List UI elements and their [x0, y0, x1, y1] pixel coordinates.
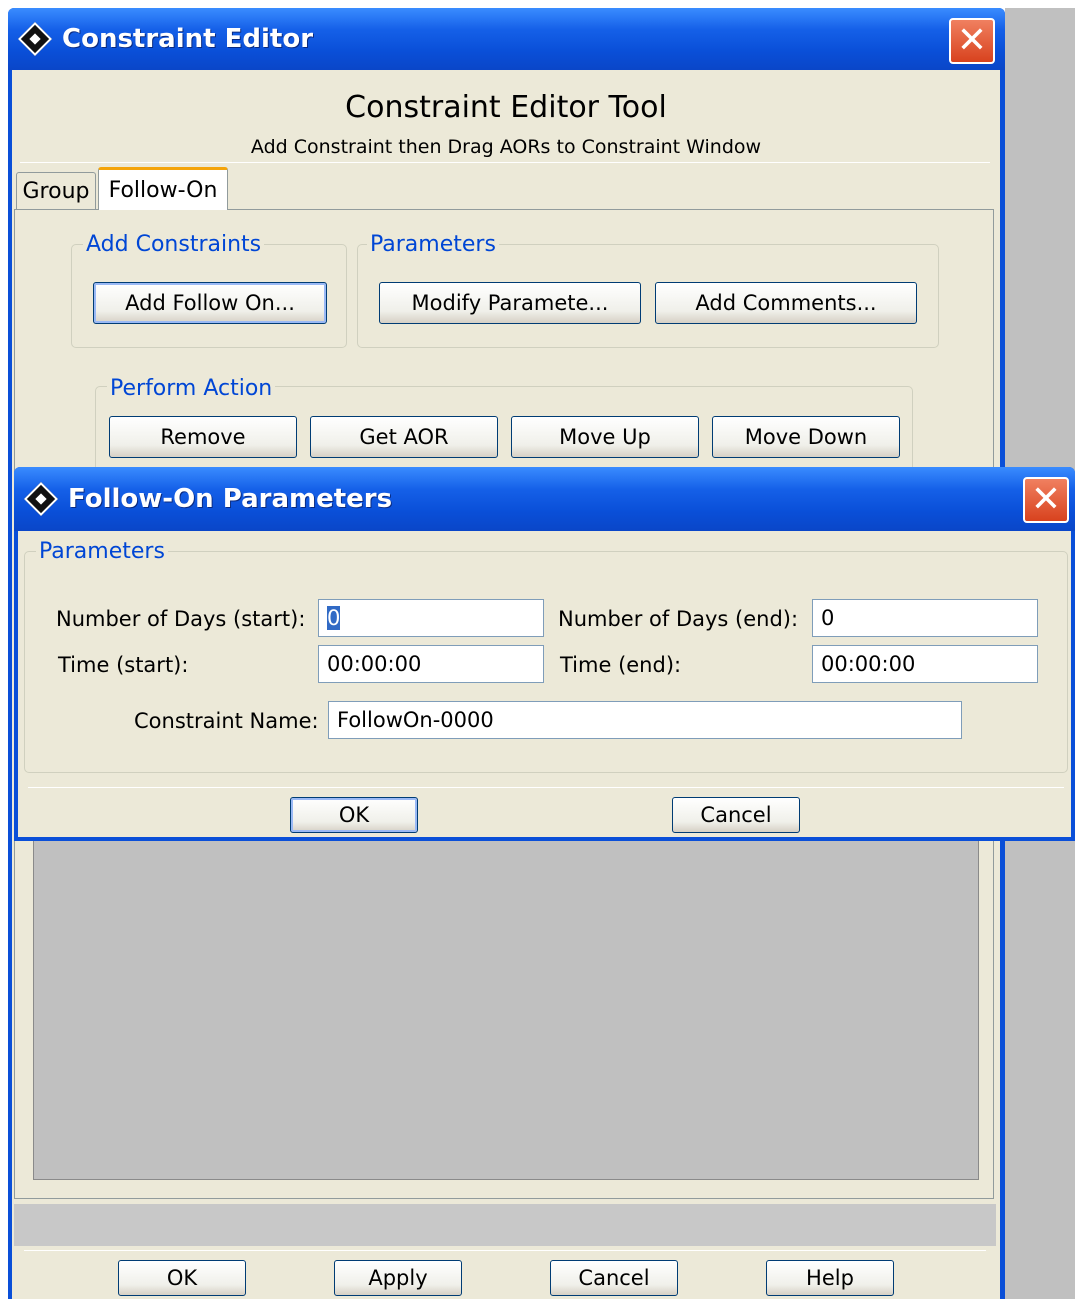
- app-diamond-icon: [18, 22, 52, 56]
- status-strip: [14, 1204, 996, 1246]
- parameters-title: Parameters: [367, 234, 499, 256]
- constraint-name-value: FollowOn-0000: [337, 708, 494, 732]
- app-diamond-icon: [24, 482, 58, 516]
- close-icon: ✕: [1030, 479, 1062, 520]
- time-start-input[interactable]: 00:00:00: [318, 645, 544, 683]
- time-end-value: 00:00:00: [821, 652, 916, 676]
- tab-group-label: Group: [22, 179, 90, 204]
- tool-title: Constraint Editor Tool: [345, 90, 667, 125]
- remove-button[interactable]: Remove: [109, 416, 297, 458]
- dialog-ok-button[interactable]: OK: [290, 797, 418, 833]
- dialog-separator: [28, 787, 1064, 788]
- dialog-parameters-title: Parameters: [36, 541, 168, 563]
- header-separator: [20, 162, 990, 163]
- main-cancel-button[interactable]: Cancel: [550, 1260, 678, 1296]
- constraint-list-area[interactable]: [33, 840, 979, 1180]
- perform-action-title: Perform Action: [107, 378, 276, 400]
- move-up-button[interactable]: Move Up: [511, 416, 699, 458]
- dialog-title: Follow-On Parameters: [68, 484, 393, 514]
- days-start-label: Number of Days (start):: [56, 607, 306, 631]
- move-down-button[interactable]: Move Down: [712, 416, 900, 458]
- tab-group[interactable]: Group: [16, 172, 96, 210]
- close-icon: ✕: [956, 20, 988, 61]
- modify-parameters-button[interactable]: Modify Paramete...: [379, 282, 641, 324]
- add-constraints-title: Add Constraints: [83, 234, 265, 256]
- footer-separator: [24, 1250, 986, 1251]
- dialog-close-button[interactable]: ✕: [1023, 477, 1069, 523]
- follow-on-parameters-dialog: Follow-On Parameters ✕ Parameters Number…: [14, 467, 1075, 841]
- close-button[interactable]: ✕: [949, 18, 995, 64]
- days-end-input[interactable]: 0: [812, 599, 1038, 637]
- tab-follow-on[interactable]: Follow-On: [98, 167, 228, 210]
- days-start-input[interactable]: 0: [318, 599, 544, 637]
- time-start-value: 00:00:00: [327, 652, 422, 676]
- constraint-name-label: Constraint Name:: [134, 709, 319, 733]
- add-follow-on-button[interactable]: Add Follow On...: [93, 282, 327, 324]
- constraint-name-input[interactable]: FollowOn-0000: [328, 701, 962, 739]
- dialog-titlebar[interactable]: Follow-On Parameters ✕: [14, 467, 1075, 531]
- add-comments-button[interactable]: Add Comments...: [655, 282, 917, 324]
- apply-button[interactable]: Apply: [334, 1260, 462, 1296]
- time-end-input[interactable]: 00:00:00: [812, 645, 1038, 683]
- main-ok-button[interactable]: OK: [118, 1260, 246, 1296]
- tool-subtitle: Add Constraint then Drag AORs to Constra…: [250, 136, 762, 158]
- get-aor-button[interactable]: Get AOR: [310, 416, 498, 458]
- days-end-value: 0: [821, 606, 835, 630]
- dialog-client-area: Parameters Number of Days (start): 0 Num…: [18, 531, 1071, 837]
- days-start-value: 0: [327, 606, 341, 630]
- days-end-label: Number of Days (end):: [558, 607, 799, 631]
- window-titlebar[interactable]: Constraint Editor ✕: [8, 8, 1005, 70]
- window-title: Constraint Editor: [62, 24, 314, 54]
- help-button[interactable]: Help: [766, 1260, 894, 1296]
- time-start-label: Time (start):: [58, 653, 189, 677]
- tab-follow-on-label: Follow-On: [108, 177, 218, 203]
- time-end-label: Time (end):: [560, 653, 682, 677]
- dialog-cancel-button[interactable]: Cancel: [672, 797, 800, 833]
